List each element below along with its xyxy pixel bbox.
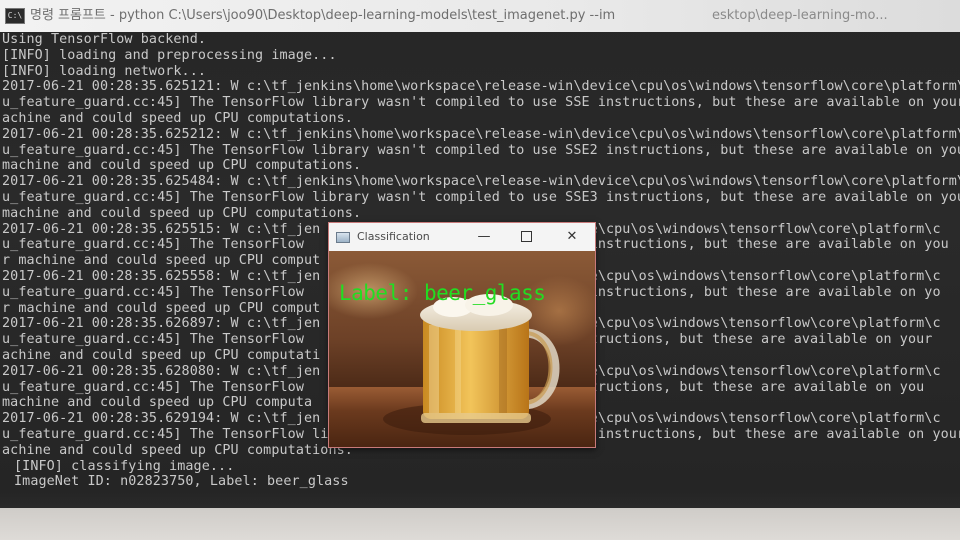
console-line: u_feature_guard.cc:45] The TensorFlow li… xyxy=(2,189,960,205)
beer-mug-photo: Label: beer_glass xyxy=(329,251,595,447)
classification-window[interactable]: Classification — ✕ Label: beer_glass xyxy=(328,222,596,448)
console-line: machine and could speed up CPU computati… xyxy=(2,205,362,221)
minimize-button[interactable]: — xyxy=(469,223,499,251)
console-title-text: 명령 프롬프트 - python C:\Users\joo90\Desktop\… xyxy=(30,8,616,23)
console-line: Using TensorFlow backend. xyxy=(2,32,207,47)
console-line: machine and could speed up CPU computati… xyxy=(2,158,362,174)
classification-title-text: Classification xyxy=(357,230,430,243)
console-line: 2017-06-21 00:28:35.625121: W c:\tf_jenk… xyxy=(2,79,960,95)
maximize-button[interactable] xyxy=(511,223,541,251)
console-line: [INFO] loading network... xyxy=(2,63,207,79)
console-line: achine and could speed up CPU computatio… xyxy=(2,110,353,126)
close-button[interactable]: ✕ xyxy=(557,223,587,251)
console-app-icon: C:\ xyxy=(5,8,25,24)
console-line: u_feature_guard.cc:45] The TensorFlow li… xyxy=(2,142,960,158)
maximize-icon xyxy=(520,231,532,242)
monitor-bezel xyxy=(0,508,960,540)
console-line: [INFO] classifying image... xyxy=(14,458,235,474)
console-line: 2017-06-21 00:28:35.625484: W c:\tf_jenk… xyxy=(2,174,960,190)
console-line: [INFO] loading and preprocessing image..… xyxy=(2,47,337,63)
classification-label-overlay: Label: beer_glass xyxy=(339,281,546,305)
console-line: u_feature_guard.cc:45] The TensorFlow li… xyxy=(2,95,960,111)
monitor-screen: C:\ 명령 프롬프트 - python C:\Users\joo90\Desk… xyxy=(0,0,960,540)
console-line: 2017-06-21 00:28:35.625212: W c:\tf_jenk… xyxy=(2,126,960,142)
console-line: ImageNet ID: n02823750, Label: beer_glas… xyxy=(14,474,349,490)
classification-title-bar[interactable]: Classification — ✕ xyxy=(329,223,595,251)
console-title-text-right: esktop\deep-learning-mo... xyxy=(712,8,888,23)
console-title-bar[interactable]: C:\ 명령 프롬프트 - python C:\Users\joo90\Desk… xyxy=(0,0,960,32)
window-app-icon xyxy=(336,232,350,243)
